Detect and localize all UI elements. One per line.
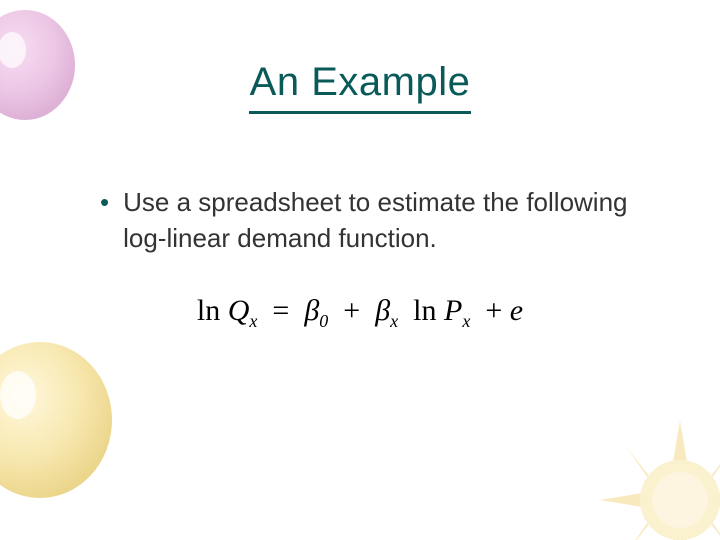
eq-ln-rhs: ln xyxy=(413,294,436,327)
eq-plus1: + xyxy=(343,294,360,327)
balloon-bottom-left-icon xyxy=(0,340,120,500)
eq-Q-sub: x xyxy=(249,311,257,331)
eq-P-sub: x xyxy=(462,311,470,331)
sunburst-bottom-right-icon xyxy=(600,420,720,540)
equation: ln Qx = β0 + βx ln Px + e xyxy=(60,294,660,332)
eq-plus2: + xyxy=(485,294,502,327)
bullet-list: • Use a spreadsheet to estimate the foll… xyxy=(60,184,660,256)
eq-betax-sub: x xyxy=(390,311,398,331)
title-underline xyxy=(249,111,471,114)
eq-error: e xyxy=(510,294,523,327)
eq-beta0: β xyxy=(304,294,319,327)
bullet-text: Use a spreadsheet to estimate the follow… xyxy=(123,184,640,256)
bullet-dot-icon: • xyxy=(100,184,109,220)
eq-betax: β xyxy=(375,294,390,327)
eq-equals: = xyxy=(272,294,289,327)
eq-ln-lhs: ln xyxy=(197,294,220,327)
eq-beta0-sub: 0 xyxy=(319,311,328,331)
eq-Q: Q xyxy=(228,294,250,327)
list-item: • Use a spreadsheet to estimate the foll… xyxy=(100,184,640,256)
slide-title: An Example xyxy=(60,60,660,105)
eq-P: P xyxy=(444,294,462,327)
